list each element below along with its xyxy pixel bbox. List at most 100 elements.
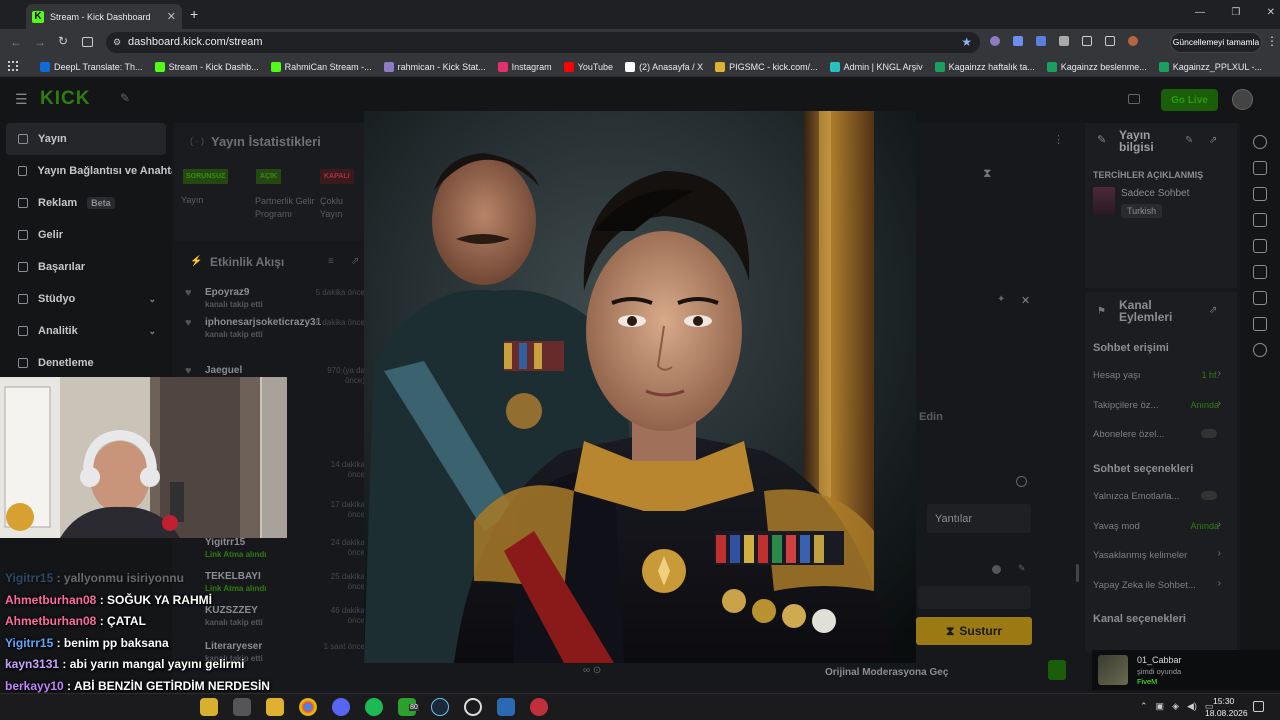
filter-icon[interactable]: ≡ xyxy=(328,256,334,267)
category-name[interactable]: Sadece Sohbet xyxy=(1121,188,1189,199)
maximize-icon[interactable]: ❐ xyxy=(1231,7,1240,18)
wrench-rail-icon[interactable] xyxy=(1253,317,1267,331)
bookmark-star-icon[interactable]: ★ xyxy=(961,32,972,53)
activity-item[interactable]: Yigitrr15 Link Atma alındı 24 dakika önce xyxy=(175,535,365,565)
game-notification[interactable]: 01_Cabbar şimdi oyunda FiveM xyxy=(1092,650,1280,690)
hamburger-menu-icon[interactable]: ☰ xyxy=(15,91,28,108)
sidebar-item[interactable]: Reklam Beta xyxy=(0,187,172,219)
tray-chevron-icon[interactable]: ⌃ xyxy=(1140,701,1148,712)
list-icon[interactable] xyxy=(1253,213,1267,227)
bookmark-item[interactable]: Stream - Kick Dashb... xyxy=(154,56,259,77)
block-icon[interactable] xyxy=(1016,476,1027,487)
scroll-handle[interactable] xyxy=(1076,564,1079,582)
app-icon-11[interactable] xyxy=(530,698,548,716)
popout-info-icon[interactable]: ⇗ xyxy=(1209,135,1217,146)
minimize-icon[interactable]: — xyxy=(1195,7,1205,18)
apps-grid-icon[interactable] xyxy=(8,61,18,71)
setting-row[interactable]: Yasaklanmış kelimeler › xyxy=(1085,544,1237,574)
url-field[interactable]: ⚙ dashboard.kick.com/stream ★ xyxy=(106,32,980,53)
toggle-switch[interactable] xyxy=(1201,491,1217,500)
close-tab-icon[interactable]: ✕ xyxy=(167,10,176,23)
app-icon-10[interactable] xyxy=(497,698,515,716)
activity-item[interactable]: ♥ Epoyraz9 kanalı takip etti 5 dakika önce xyxy=(175,285,365,315)
bookmark-item[interactable]: DeepL Translate: Th... xyxy=(40,56,143,77)
extension-icon-3[interactable] xyxy=(1036,36,1046,46)
sidebar-item[interactable]: Analitik ⌄ xyxy=(0,315,172,347)
extension-icon-2[interactable] xyxy=(1013,36,1023,46)
app-icon-1[interactable] xyxy=(200,698,218,716)
volume-icon[interactable]: ◀) xyxy=(1187,701,1197,712)
bookmark-item[interactable]: PIGSMC - kick.com/... xyxy=(715,56,818,77)
bookmark-item[interactable]: Instagram xyxy=(497,56,552,77)
setting-row[interactable]: Abonelere özel... xyxy=(1085,423,1237,453)
moderation-switch-label[interactable]: Orijinal Moderasyona Geç xyxy=(825,667,948,678)
bookmark-item[interactable]: YouTube xyxy=(563,56,613,77)
extension-icon-1[interactable] xyxy=(990,36,1000,46)
browser-tab[interactable]: K Stream - Kick Dashboard ✕ xyxy=(26,4,182,29)
bookmark-item[interactable]: rahmican - Kick Stat... xyxy=(383,56,486,77)
sidebar-item[interactable]: Stüdyo ⌄ xyxy=(0,283,172,315)
setting-row[interactable]: Yalnızca Emotlarla... xyxy=(1085,485,1237,515)
sidebar-item[interactable]: Denetleme xyxy=(0,347,172,379)
tray-app-icon[interactable]: ▣ xyxy=(1156,701,1165,712)
people-icon[interactable] xyxy=(1253,343,1267,357)
activity-item[interactable]: ♥ iphonesarjsoketicrazy31 kanalı takip ett… xyxy=(175,315,365,345)
input-box[interactable] xyxy=(918,586,1031,609)
info-icon[interactable] xyxy=(1253,135,1267,149)
chevron-down-icon[interactable]: ⌄ xyxy=(148,294,156,305)
share-icon[interactable]: ∞ ⊙ xyxy=(583,665,601,676)
chat-username[interactable]: Ahmetburhan08 xyxy=(5,614,96,628)
kick-logo[interactable]: KICK xyxy=(40,88,90,110)
profile-avatar-icon[interactable] xyxy=(1128,36,1138,46)
pin-icon[interactable]: ✎ xyxy=(120,91,130,105)
chat-username[interactable]: Yigitrr15 xyxy=(5,636,53,650)
edit-label[interactable]: Edin xyxy=(919,411,943,423)
close-popup-icon[interactable]: ✕ xyxy=(1021,294,1030,307)
send-button[interactable] xyxy=(1048,660,1066,680)
pin-chat-icon[interactable]: ✦ xyxy=(997,294,1005,305)
browser-menu-icon[interactable]: ⋮ xyxy=(1266,34,1278,48)
site-info-icon[interactable]: ⚙ xyxy=(113,32,121,53)
reading-list-icon[interactable] xyxy=(1105,36,1115,46)
setting-row[interactable]: Hesap yaşı 1 hf. › xyxy=(1085,364,1237,394)
notification-center-icon[interactable] xyxy=(1253,701,1264,712)
chat-username[interactable]: kayn3131 xyxy=(5,657,59,671)
toggle-switch[interactable] xyxy=(1201,429,1217,438)
chat-username[interactable]: Ahmetburhan08 xyxy=(5,593,96,607)
user-avatar[interactable] xyxy=(1232,89,1253,110)
forward-icon[interactable]: → xyxy=(34,35,46,49)
sidebar-item[interactable]: Başarılar xyxy=(0,251,172,283)
sidebar-item[interactable]: Yayın Bağlantısı ve Anahtar xyxy=(0,155,172,187)
back-icon[interactable]: ← xyxy=(10,35,22,49)
chat-username[interactable]: Yigitrr15 xyxy=(5,571,53,585)
extensions-puzzle-icon[interactable] xyxy=(1082,36,1092,46)
app-icon-2[interactable] xyxy=(233,698,251,716)
split-view-icon[interactable] xyxy=(82,37,93,47)
clock-date[interactable]: 18.08.2026 xyxy=(1205,708,1248,718)
chevron-down-icon[interactable]: ⌄ xyxy=(148,326,156,337)
update-button[interactable]: Güncellemeyi tamamla xyxy=(1170,32,1262,53)
reload-icon[interactable]: ↻ xyxy=(58,34,68,48)
spotify-icon[interactable] xyxy=(365,698,383,716)
network-icon[interactable]: ◈ xyxy=(1172,701,1179,712)
bolt-icon[interactable] xyxy=(1253,187,1267,201)
stream-manager-icon[interactable] xyxy=(1128,94,1140,104)
edit-icon[interactable] xyxy=(1253,161,1267,175)
clock-time[interactable]: 15:30 xyxy=(1213,696,1234,706)
close-window-icon[interactable]: ✕ xyxy=(1267,7,1275,18)
setting-row[interactable]: Yavaş mod Anında › xyxy=(1085,515,1237,545)
sidebar-item[interactable]: Yayın xyxy=(6,123,166,155)
bookmark-item[interactable]: Kagainzz_PPLXUL -... xyxy=(1158,56,1262,77)
activity-item[interactable]: KUZSZZEY kanalı takip etti 46 dakika önce xyxy=(175,603,365,633)
sidebar-item[interactable]: Gelir xyxy=(0,219,172,251)
center-menu-icon[interactable]: ⋮ xyxy=(1053,133,1064,146)
popout-icon[interactable]: ⇗ xyxy=(351,256,359,267)
new-tab-icon[interactable]: + xyxy=(190,6,198,22)
shield-icon[interactable] xyxy=(1059,36,1069,46)
edit-pencil-icon[interactable]: ✎ xyxy=(1018,563,1026,574)
setting-row[interactable]: Yapay Zeka ile Sohbet... › xyxy=(1085,574,1237,604)
edit-info-icon[interactable]: ✎ xyxy=(1185,135,1193,146)
bookmark-item[interactable]: Kagainzz beslenme... xyxy=(1046,56,1147,77)
go-live-button[interactable]: Go Live xyxy=(1161,89,1218,111)
settings-rail-icon[interactable] xyxy=(1253,291,1267,305)
